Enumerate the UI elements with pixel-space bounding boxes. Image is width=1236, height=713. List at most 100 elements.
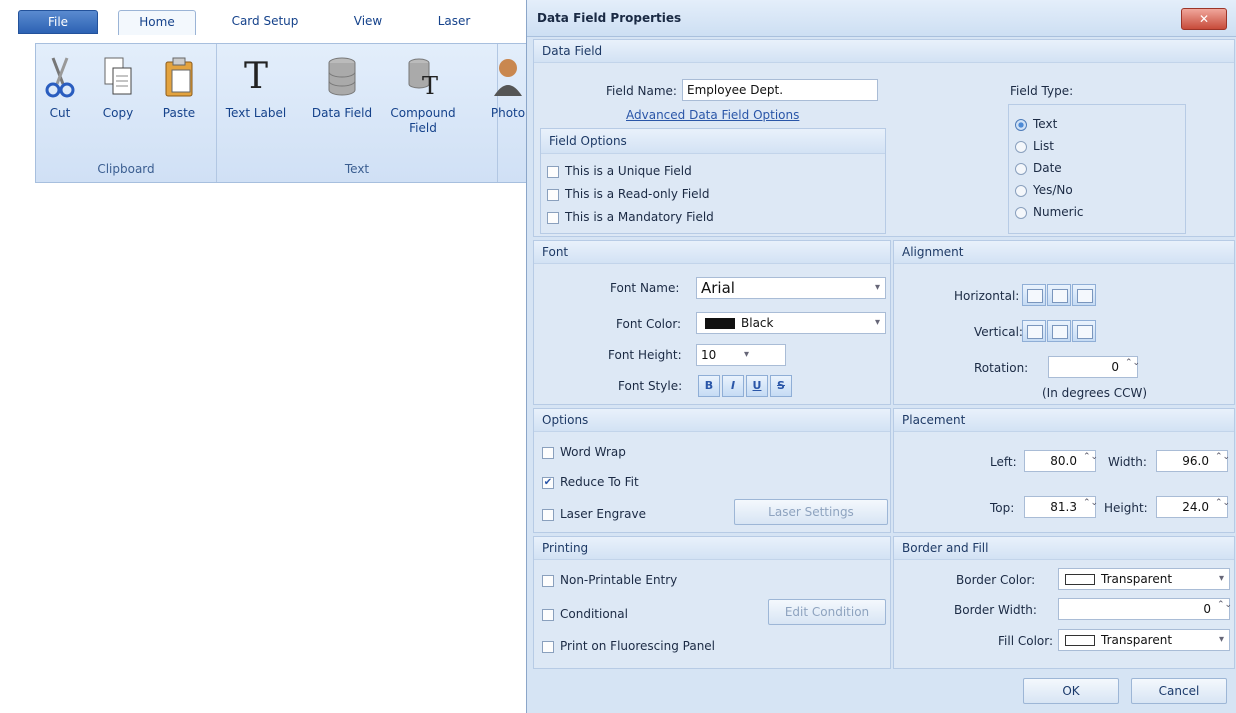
tab-card-setup[interactable]: Card Setup: [222, 10, 308, 32]
field-type-yesno-radio[interactable]: [1015, 185, 1027, 197]
field-type-text-radio[interactable]: [1015, 119, 1027, 131]
font-height-label: Font Height:: [608, 348, 682, 362]
border-color-combo[interactable]: Transparent ▾: [1058, 568, 1230, 590]
field-type-numeric-radio[interactable]: [1015, 207, 1027, 219]
tab-file[interactable]: File: [18, 10, 98, 34]
close-button[interactable]: ✕: [1181, 8, 1227, 30]
data-field-panel: Data Field Field Name: Employee Dept. Ad…: [533, 39, 1235, 237]
left-spinner[interactable]: 80.0 ⌃⌄: [1024, 450, 1098, 472]
font-name-combo[interactable]: Arial ▾: [696, 277, 886, 299]
align-left-icon: [1027, 289, 1043, 303]
font-color-value: Black: [741, 316, 774, 330]
tab-view[interactable]: View: [345, 10, 391, 32]
field-options-group: Field Options This is a Unique Field Thi…: [540, 128, 886, 234]
laser-settings-button[interactable]: Laser Settings: [734, 499, 888, 525]
italic-toggle[interactable]: I: [722, 375, 744, 397]
chevron-down-icon: ▾: [743, 349, 749, 360]
align-bottom-button[interactable]: [1072, 320, 1096, 342]
field-type-date-radio[interactable]: [1015, 163, 1027, 175]
height-spinner[interactable]: 24.0 ⌃⌄: [1156, 496, 1230, 518]
border-width-spinner[interactable]: 0 ⌃⌄: [1058, 598, 1232, 620]
width-spinner[interactable]: 96.0 ⌃⌄: [1156, 450, 1230, 472]
fluorescing-checkbox[interactable]: [542, 641, 554, 653]
non-printable-checkbox[interactable]: [542, 575, 554, 587]
ok-button[interactable]: OK: [1023, 678, 1119, 704]
rotation-spinner[interactable]: 0 ⌃⌄: [1048, 356, 1141, 378]
laser-engrave-label: Laser Engrave: [560, 507, 646, 521]
chevron-down-icon: ▾: [1218, 573, 1224, 584]
cut-label: Cut: [49, 106, 71, 120]
border-fill-panel: Border and Fill Border Color: Transparen…: [893, 536, 1235, 669]
clipboard-group-title: Clipboard: [97, 162, 155, 176]
field-type-list-radio[interactable]: [1015, 141, 1027, 153]
font-height-combo[interactable]: 10 ▾: [696, 344, 786, 366]
font-name-label: Font Name:: [610, 281, 680, 295]
unique-field-checkbox[interactable]: [547, 166, 559, 178]
rotation-value: 0: [1111, 360, 1119, 374]
field-name-input[interactable]: Employee Dept.: [682, 79, 878, 101]
photo-button[interactable]: Photo: [486, 54, 530, 121]
height-label: Height:: [1104, 501, 1148, 515]
mandatory-label: This is a Mandatory Field: [565, 210, 714, 224]
cancel-button[interactable]: Cancel: [1131, 678, 1227, 704]
data-field-button[interactable]: Data Field: [305, 54, 379, 121]
chevron-down-icon: ▾: [874, 282, 880, 293]
tab-laser[interactable]: Laser: [424, 10, 484, 32]
database-icon: [328, 57, 356, 96]
reduce-to-fit-checkbox[interactable]: ✔: [542, 477, 554, 489]
chevron-down-icon: ▾: [1218, 634, 1224, 645]
border-width-value: 0: [1203, 602, 1211, 616]
person-photo-icon: [494, 59, 522, 96]
read-only-checkbox[interactable]: [547, 189, 559, 201]
text-label-label: Text Label: [225, 106, 287, 120]
align-top-icon: [1027, 325, 1043, 339]
printing-panel: Printing Non-Printable Entry Conditional…: [533, 536, 891, 669]
border-color-label: Border Color:: [956, 573, 1036, 587]
font-height-value: 10: [701, 348, 717, 362]
advanced-options-link[interactable]: Advanced Data Field Options: [626, 108, 799, 122]
align-left-button[interactable]: [1022, 284, 1046, 306]
field-type-text-label: Text: [1033, 117, 1058, 131]
cut-button[interactable]: Cut: [42, 54, 78, 121]
tab-home[interactable]: Home: [118, 10, 196, 35]
align-right-icon: [1077, 289, 1093, 303]
align-bottom-icon: [1077, 325, 1093, 339]
strikeout-toggle[interactable]: S: [770, 375, 792, 397]
underline-toggle[interactable]: U: [746, 375, 768, 397]
printing-header: Printing: [534, 537, 890, 560]
paste-button[interactable]: Paste: [156, 54, 202, 121]
align-middle-button[interactable]: [1047, 320, 1071, 342]
bold-toggle[interactable]: B: [698, 375, 720, 397]
font-style-label: Font Style:: [618, 379, 683, 393]
photo-label: Photo: [490, 106, 526, 120]
spin-arrows-icon: ⌃⌄: [1125, 358, 1141, 368]
font-header: Font: [534, 241, 890, 264]
fill-color-combo[interactable]: Transparent ▾: [1058, 629, 1230, 651]
word-wrap-checkbox[interactable]: [542, 447, 554, 459]
compound-field-button[interactable]: T Compound Field: [383, 54, 463, 136]
laser-engrave-checkbox[interactable]: [542, 509, 554, 521]
alignment-panel: Alignment Horizontal: Vertical: Rotation…: [893, 240, 1235, 405]
mandatory-checkbox[interactable]: [547, 212, 559, 224]
font-color-combo[interactable]: Black ▾: [696, 312, 886, 334]
rotation-note: (In degrees CCW): [1042, 386, 1148, 400]
field-type-date-label: Date: [1033, 161, 1062, 175]
text-group: T Text Label Data Field T Compound Field…: [217, 44, 498, 182]
edit-condition-button[interactable]: Edit Condition: [768, 599, 886, 625]
align-right-button[interactable]: [1072, 284, 1096, 306]
dialog-titlebar: Data Field Properties ✕: [527, 0, 1236, 37]
text-label-button[interactable]: T Text Label: [221, 54, 291, 121]
top-spinner[interactable]: 81.3 ⌃⌄: [1024, 496, 1099, 518]
field-type-yesno-label: Yes/No: [1033, 183, 1073, 197]
conditional-checkbox[interactable]: [542, 609, 554, 621]
conditional-label: Conditional: [560, 607, 628, 621]
unique-field-label: This is a Unique Field: [565, 164, 692, 178]
field-type-label: Field Type:: [1010, 84, 1074, 98]
svg-text:T: T: [422, 72, 438, 100]
options-header: Options: [534, 409, 890, 432]
align-top-button[interactable]: [1022, 320, 1046, 342]
align-center-button[interactable]: [1047, 284, 1071, 306]
non-printable-label: Non-Printable Entry: [560, 573, 678, 587]
spin-arrows-icon: ⌃⌄: [1083, 498, 1099, 508]
copy-button[interactable]: Copy: [96, 54, 140, 121]
